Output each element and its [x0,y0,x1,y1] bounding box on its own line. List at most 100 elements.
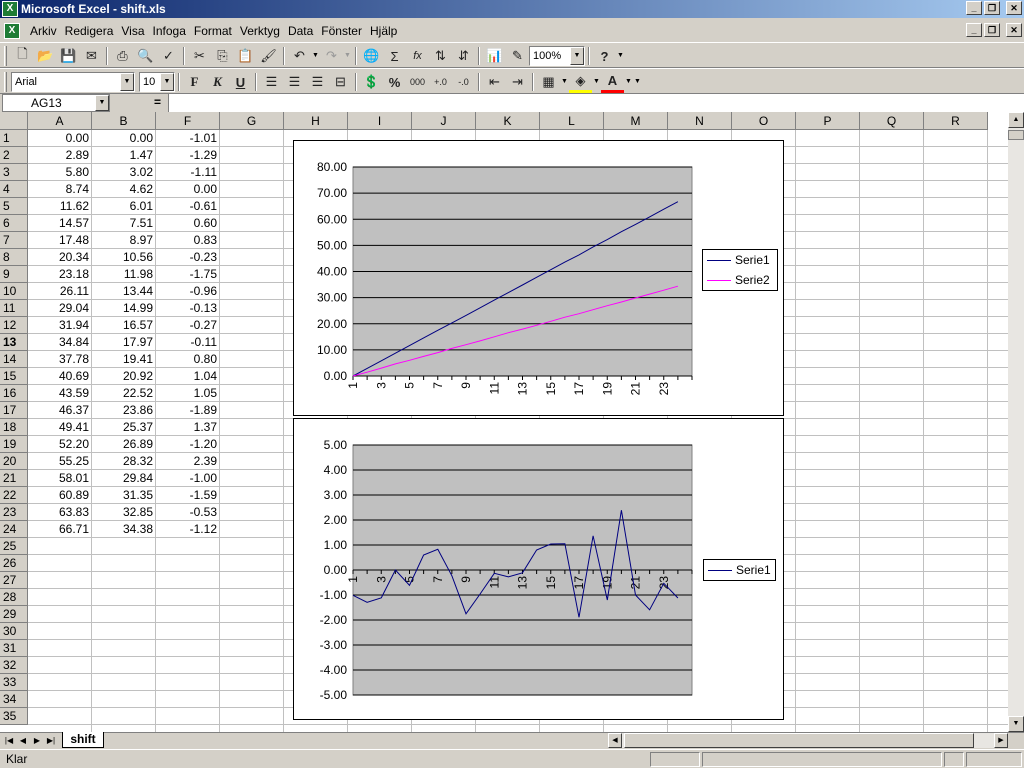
cell-f[interactable]: 2.39 [156,453,220,470]
align-center-icon[interactable]: ☰ [283,71,306,93]
excel-app-icon[interactable]: X [2,1,18,17]
menu-item[interactable]: Verktyg [236,24,284,38]
cell-a[interactable]: 11.62 [28,198,92,215]
row-header[interactable]: 24 [0,521,28,538]
align-right-icon[interactable]: ☰ [306,71,329,93]
cell-b[interactable]: 34.38 [92,521,156,538]
vertical-scrollbar[interactable]: ▲ ▼ [1008,112,1024,732]
row-header[interactable]: 19 [0,436,28,453]
column-header-b[interactable]: B [92,112,156,130]
workbook-icon[interactable]: X [4,23,20,39]
open-icon[interactable]: 📂 [34,45,57,67]
menu-item[interactable]: Hjälp [366,24,401,38]
row-header[interactable]: 13 [0,334,28,351]
column-header-l[interactable]: L [540,112,604,130]
cell-b[interactable]: 28.32 [92,453,156,470]
cell-a[interactable]: 52.20 [28,436,92,453]
row-header[interactable]: 4 [0,181,28,198]
toolbar-options-icon[interactable]: ▼ [633,71,642,93]
column-header-k[interactable]: K [476,112,540,130]
cell-f[interactable]: 1.37 [156,419,220,436]
toolbar-options-icon[interactable]: ▼ [616,45,625,67]
cell-a[interactable]: 58.01 [28,470,92,487]
paste-function-icon[interactable]: fx [406,45,429,67]
cell-a[interactable]: 23.18 [28,266,92,283]
horizontal-scrollbar[interactable]: ◀ ▶ [608,733,1008,748]
cell-b[interactable]: 13.44 [92,283,156,300]
row-header[interactable]: 29 [0,606,28,623]
bold-button[interactable]: F [183,71,206,93]
italic-button[interactable]: K [206,71,229,93]
decrease-indent-icon[interactable]: ⇤ [483,71,506,93]
format-painter-icon[interactable]: 🖌 [257,45,280,67]
select-all-button[interactable] [0,112,28,130]
cell-f[interactable]: -1.59 [156,487,220,504]
fill-color-dropdown-icon[interactable]: ▼ [592,71,601,93]
cell-b[interactable]: 22.52 [92,385,156,402]
percent-button[interactable]: % [383,71,406,93]
merge-center-icon[interactable]: ⊟ [329,71,352,93]
paste-icon[interactable]: 📋 [234,45,257,67]
cell-a[interactable]: 34.84 [28,334,92,351]
cell-a[interactable]: 0.00 [28,130,92,147]
next-sheet-icon[interactable]: ▶ [30,733,44,748]
font-color-icon[interactable]: A [601,71,624,93]
new-icon[interactable]: 🗋 [11,45,34,67]
menu-item[interactable]: Arkiv [26,24,61,38]
cell-a[interactable]: 63.83 [28,504,92,521]
cut-icon[interactable]: ✂ [188,45,211,67]
cell-f[interactable]: 0.80 [156,351,220,368]
cell-f[interactable]: -1.20 [156,436,220,453]
workbook-restore-button[interactable]: ❐ [984,23,1000,37]
row-header[interactable]: 34 [0,691,28,708]
borders-icon[interactable]: ▦ [537,71,560,93]
row-header[interactable]: 23 [0,504,28,521]
cell-f[interactable]: 1.04 [156,368,220,385]
cell-b[interactable]: 6.01 [92,198,156,215]
cell-f[interactable]: -1.12 [156,521,220,538]
row-header[interactable]: 14 [0,351,28,368]
cell-a[interactable]: 29.04 [28,300,92,317]
row-header[interactable]: 31 [0,640,28,657]
row-header[interactable]: 33 [0,674,28,691]
scroll-left-icon[interactable]: ◀ [608,733,622,748]
cell-b[interactable]: 11.98 [92,266,156,283]
row-header[interactable]: 35 [0,708,28,725]
cell-a[interactable]: 8.74 [28,181,92,198]
copy-icon[interactable]: ⎘ [211,45,234,67]
row-header[interactable]: 26 [0,555,28,572]
row-header[interactable]: 18 [0,419,28,436]
cell-b[interactable]: 25.37 [92,419,156,436]
column-header-o[interactable]: O [732,112,796,130]
font-size-select[interactable]: 10 ▼ [139,72,175,92]
row-header[interactable]: 22 [0,487,28,504]
prev-sheet-icon[interactable]: ◀ [16,733,30,748]
cell-b[interactable]: 26.89 [92,436,156,453]
print-preview-icon[interactable]: 🔍 [134,45,157,67]
row-header[interactable]: 2 [0,147,28,164]
decrease-decimal-icon[interactable]: -.0 [452,71,475,93]
cell-a[interactable]: 60.89 [28,487,92,504]
cell-f[interactable]: 0.83 [156,232,220,249]
restore-button[interactable]: ❐ [984,1,1000,15]
column-header-f[interactable]: F [156,112,220,130]
currency-icon[interactable]: 💲 [360,71,383,93]
menu-item[interactable]: Fönster [317,24,366,38]
horizontal-scroll-thumb[interactable] [624,733,974,748]
drawing-icon[interactable]: ✎ [506,45,529,67]
borders-dropdown-icon[interactable]: ▼ [560,71,569,93]
scroll-up-icon[interactable]: ▲ [1008,112,1024,128]
formula-equals[interactable]: = [154,95,161,109]
scroll-down-icon[interactable]: ▼ [1008,716,1024,732]
email-icon[interactable]: ✉ [80,45,103,67]
font-color-dropdown-icon[interactable]: ▼ [624,71,633,93]
cell-a[interactable]: 66.71 [28,521,92,538]
column-header-g[interactable]: G [220,112,284,130]
cell-b[interactable]: 19.41 [92,351,156,368]
column-header-i[interactable]: I [348,112,412,130]
cell-a[interactable]: 2.89 [28,147,92,164]
zoom-select[interactable]: 100% ▼ [529,46,585,66]
chart-wizard-icon[interactable]: 📊 [483,45,506,67]
scroll-thumb[interactable] [1008,130,1024,140]
cell-f[interactable]: -1.00 [156,470,220,487]
